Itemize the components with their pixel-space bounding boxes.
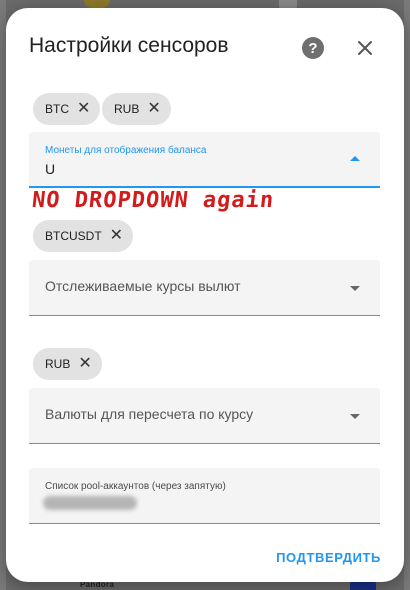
pool-accounts-label: Список pool-аккаунтов (через запятую)	[45, 481, 226, 492]
dialog-title: Настройки сенсоров	[29, 34, 229, 57]
tracked-rates-field[interactable]: Отслеживаемые курсы вылют	[29, 260, 380, 316]
background-logo-icon	[84, 0, 110, 8]
chip-btc: BTC ✕	[33, 93, 101, 125]
dropdown-down-arrow-icon[interactable]	[350, 414, 360, 419]
background-right-edge	[404, 0, 410, 590]
sensor-settings-dialog: Настройки сенсоров ? BTC ✕ RUB ✕ Монеты …	[6, 8, 404, 582]
redacted-value	[43, 496, 137, 510]
chip-label: RUB	[114, 102, 140, 116]
chip-remove-icon[interactable]: ✕	[147, 101, 160, 117]
close-icon[interactable]	[353, 36, 377, 60]
chip-remove-icon[interactable]: ✕	[78, 356, 91, 372]
chip-btcusdt: BTCUSDT ✕	[33, 220, 134, 252]
tracked-rates-placeholder: Отслеживаемые курсы вылют	[45, 278, 241, 294]
chip-rub-currency: RUB ✕	[33, 348, 102, 380]
pool-accounts-field[interactable]: Список pool-аккаунтов (через запятую)	[29, 468, 380, 524]
dropdown-up-arrow-icon[interactable]	[350, 156, 360, 161]
chip-rub-balance: RUB ✕	[102, 93, 171, 125]
conversion-currencies-field[interactable]: Валюты для пересчета по курсу	[29, 388, 380, 444]
balance-coins-field[interactable]: Монеты для отображения баланса U	[29, 132, 380, 188]
help-icon[interactable]: ?	[302, 37, 324, 59]
handwritten-annotation: NO DROPDOWN again	[30, 188, 276, 213]
balance-coins-label: Монеты для отображения баланса	[45, 145, 207, 156]
chip-label: BTC	[45, 102, 69, 116]
conversion-currencies-placeholder: Валюты для пересчета по курсу	[45, 406, 254, 422]
chip-remove-icon[interactable]: ✕	[110, 228, 123, 244]
chip-label: RUB	[45, 357, 71, 371]
balance-coins-input[interactable]: U	[45, 161, 55, 177]
chip-label: BTCUSDT	[45, 229, 102, 243]
chip-remove-icon[interactable]: ✕	[77, 101, 90, 117]
dropdown-down-arrow-icon[interactable]	[350, 286, 360, 291]
confirm-button[interactable]: ПОДТВЕРДИТЬ	[276, 550, 381, 565]
